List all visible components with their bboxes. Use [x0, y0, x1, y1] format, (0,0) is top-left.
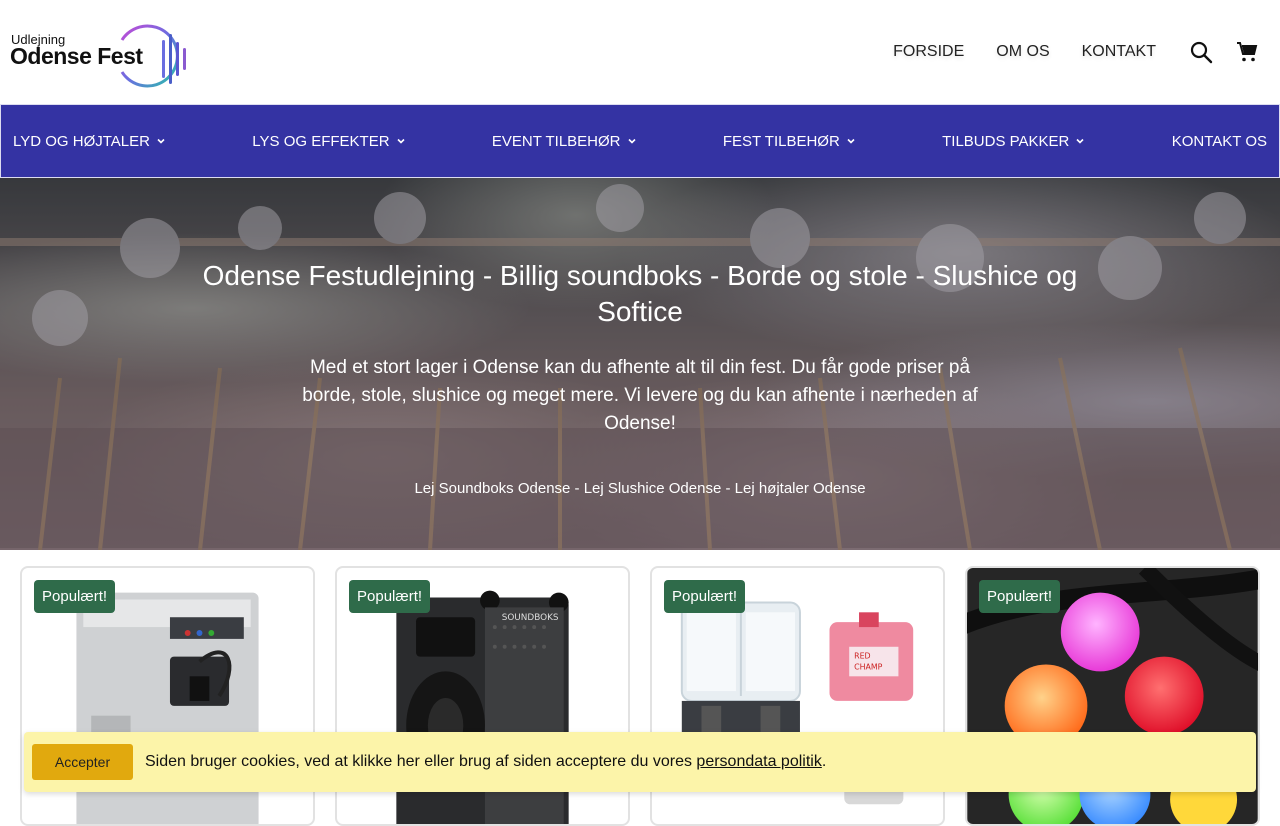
nav-label: EVENT TILBEHØR — [491, 132, 621, 150]
logo-title: Odense Fest — [10, 43, 143, 69]
cookie-banner: Accepter Siden bruger cookies, ved at kl… — [24, 732, 1256, 792]
hero-subtitle: Med et stort lager i Odense kan du afhen… — [302, 357, 978, 434]
nav-label: KONTAKT OS — [1171, 132, 1267, 150]
main-navigation: LYD OG HØJTALER LYS OG EFFEKTER EVENT TI… — [0, 104, 1280, 178]
popular-badge: Populært! — [979, 580, 1061, 613]
cookie-text-end: . — [821, 753, 827, 770]
chevron-down-icon — [627, 138, 636, 144]
search-icon[interactable] — [1188, 39, 1214, 65]
nav-label: LYS OG EFFEKTER — [252, 132, 390, 150]
nav-label: LYD OG HØJTALER — [13, 132, 150, 150]
popular-badge: Populært! — [664, 580, 746, 613]
chevron-down-icon — [847, 138, 855, 144]
cart-icon[interactable] — [1234, 39, 1260, 65]
popular-badge: Populært! — [349, 580, 431, 613]
popular-badge: Populært! — [34, 580, 116, 613]
topnav-forside[interactable]: FORSIDE — [893, 43, 964, 61]
privacy-policy-link[interactable]: persondata politik — [696, 753, 821, 770]
nav-lyd-og-hojtaler[interactable]: LYD OG HØJTALER — [13, 133, 166, 150]
cookie-text: Siden bruger cookies, ved at klikke her … — [145, 753, 697, 770]
nav-label: TILBUDS PAKKER — [942, 132, 1070, 150]
svg-text:CHAMP: CHAMP — [854, 662, 883, 671]
nav-lys-og-effekter[interactable]: LYS OG EFFEKTER — [252, 133, 405, 150]
nav-label: FEST TILBEHØR — [722, 132, 840, 150]
accept-cookies-button[interactable]: Accepter — [32, 744, 133, 780]
site-logo[interactable]: Udlejning Odense Fest — [10, 24, 190, 90]
chevron-down-icon — [1076, 138, 1084, 144]
svg-text:RED: RED — [854, 652, 870, 661]
top-navigation: FORSIDE OM OS KONTAKT — [861, 36, 1260, 68]
nav-event-tilbehor[interactable]: EVENT TILBEHØR — [492, 133, 637, 150]
hero-content: Odense Festudlejning - Billig soundboks … — [0, 178, 1280, 550]
nav-kontakt-os[interactable]: KONTAKT OS — [1172, 133, 1267, 150]
topnav-om-os[interactable]: OM OS — [996, 43, 1049, 61]
site-header: Udlejning Odense Fest FORSIDE OM OS KONT… — [0, 0, 1280, 104]
nav-tilbuds-pakker[interactable]: TILBUDS PAKKER — [942, 133, 1085, 150]
hero-links[interactable]: Lej Soundboks Odense - Lej Slushice Oden… — [0, 480, 1280, 497]
cookie-message: Siden bruger cookies, ved at klikke her … — [145, 753, 826, 771]
hero-title: Odense Festudlejning - Billig soundboks … — [202, 260, 1078, 327]
nav-fest-tilbehor[interactable]: FEST TILBEHØR — [723, 133, 856, 150]
svg-text:SOUNDBOKS: SOUNDBOKS — [502, 613, 559, 623]
hero-banner: Odense Festudlejning - Billig soundboks … — [0, 178, 1280, 550]
chevron-down-icon — [157, 138, 165, 144]
chevron-down-icon — [396, 138, 405, 144]
topnav-kontakt[interactable]: KONTAKT — [1082, 43, 1156, 61]
